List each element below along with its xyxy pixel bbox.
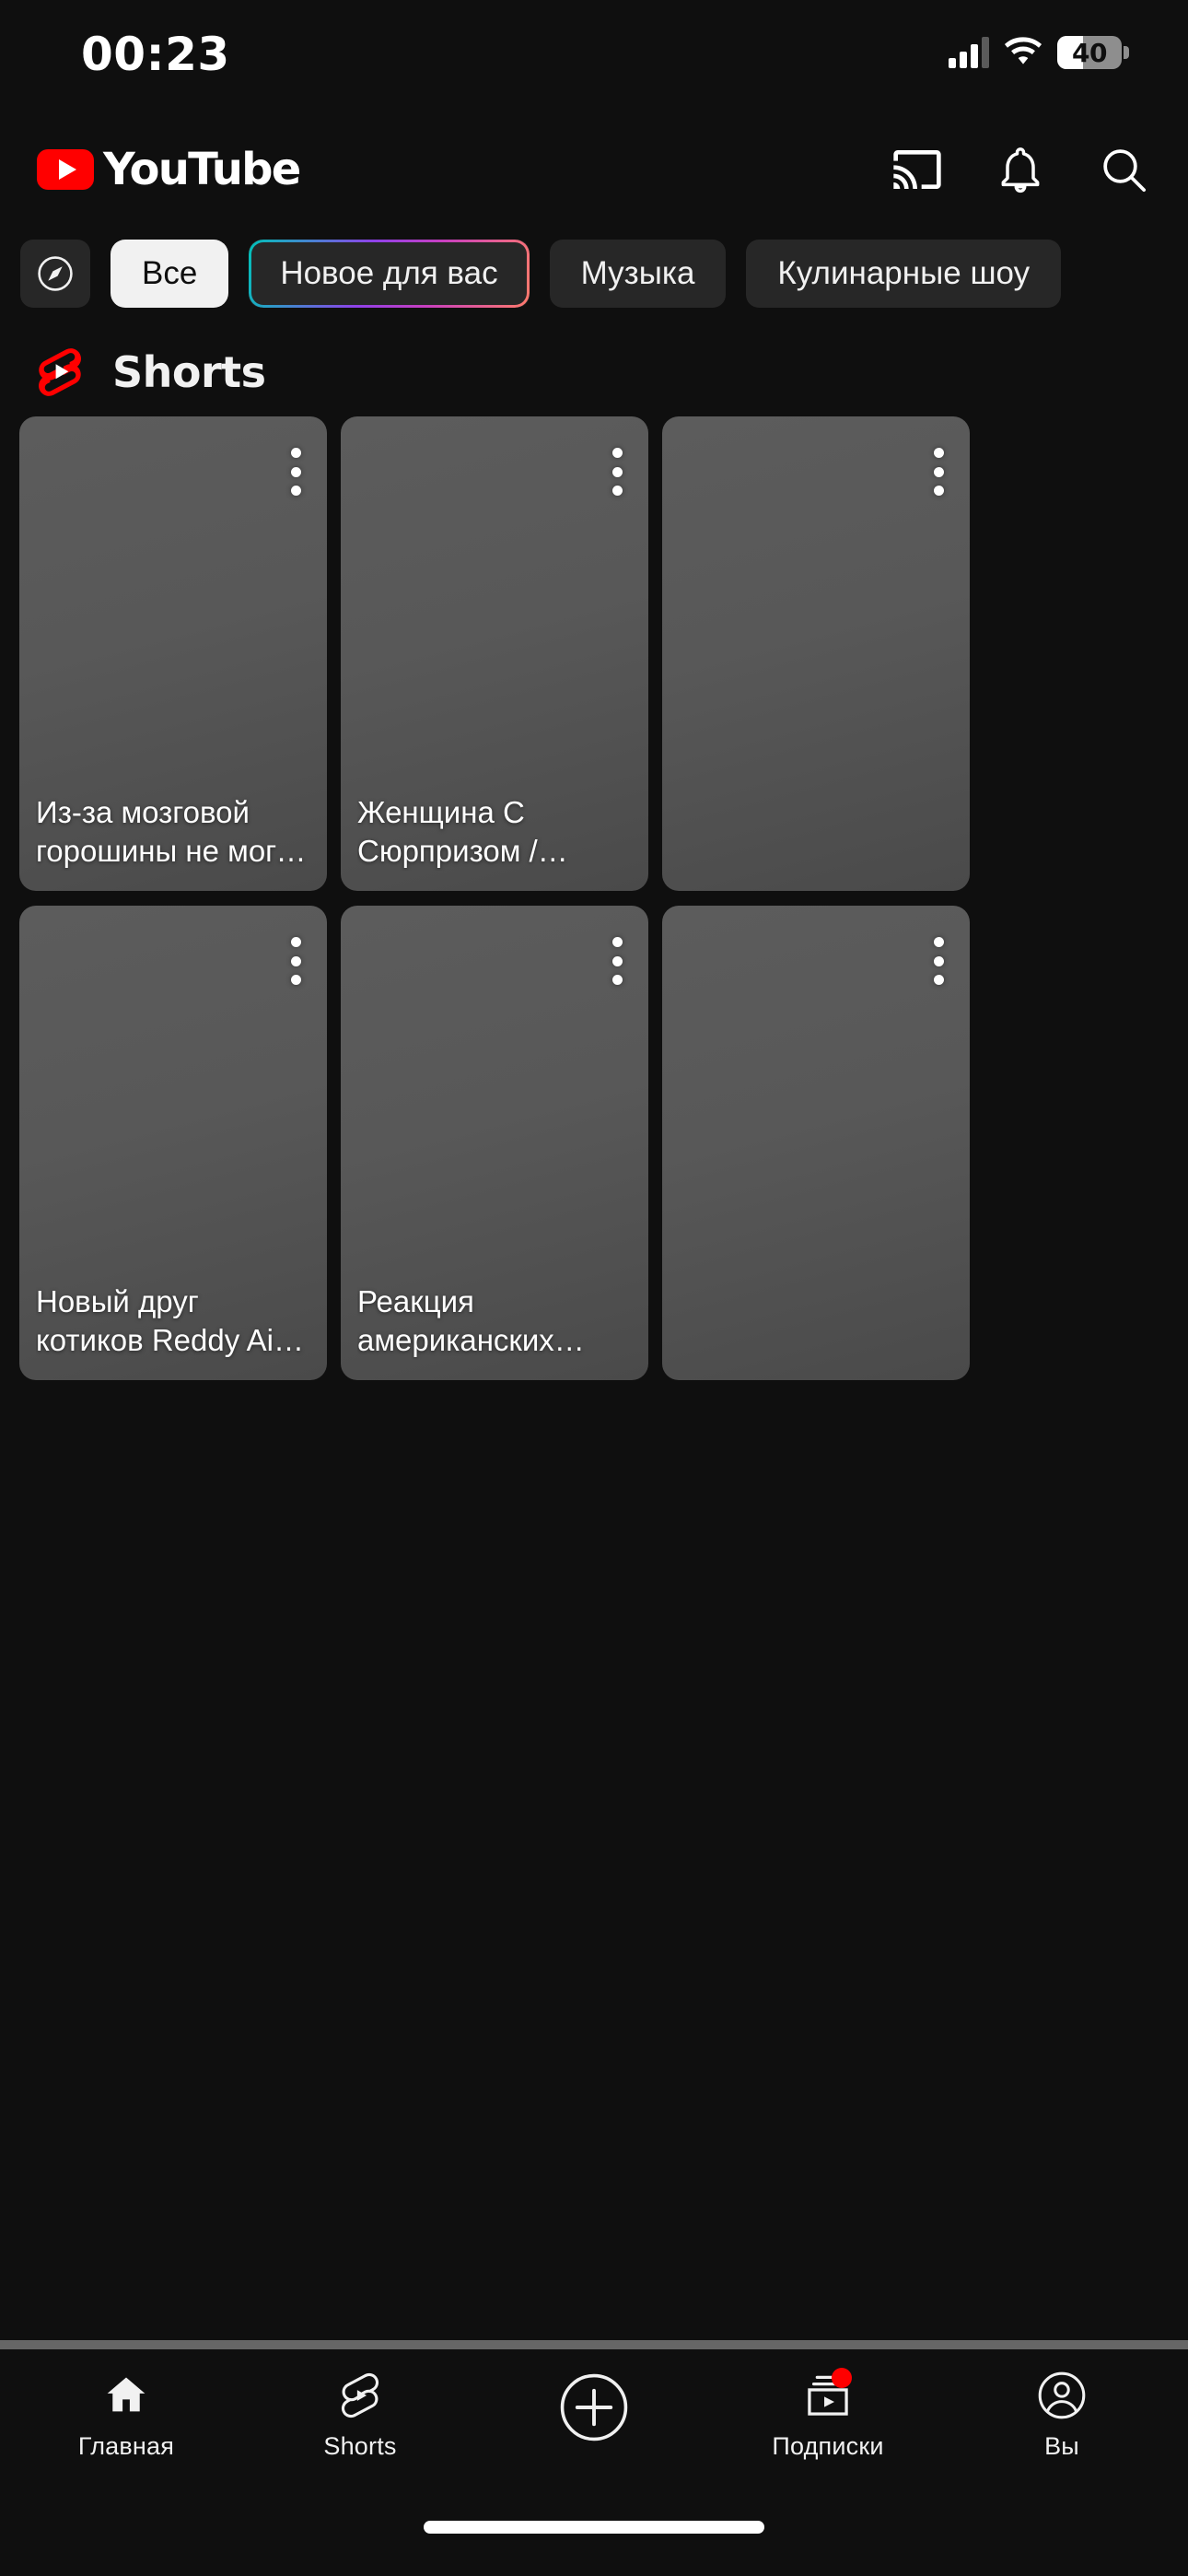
youtube-wordmark: YouTube [103, 144, 301, 195]
chip-cooking[interactable]: Кулинарные шоу [746, 240, 1062, 308]
shorts-card-title: Новый друг котиков Reddy Air ❤️ [36, 1284, 284, 1357]
nav-item-label: Подписки [772, 2431, 884, 2460]
status-indicators: 40 [949, 33, 1129, 72]
nav-item-home[interactable]: Главная [29, 2355, 223, 2473]
shorts-card-title: Из-за мозговой горошины не могла усн… [36, 795, 311, 868]
account-circle-icon [1038, 2371, 1086, 2418]
more-vertical-icon[interactable] [600, 444, 634, 499]
shorts-card[interactable]: Реакция американских булли на кота [341, 906, 648, 1380]
shorts-grid: Из-за мозговой горошины не могла усн… Же… [0, 416, 1188, 2340]
more-vertical-icon[interactable] [922, 444, 955, 499]
shorts-logo-icon [39, 348, 81, 396]
chip-label: Все [142, 255, 198, 291]
subscriptions-badge [832, 2367, 852, 2388]
shorts-outline-icon [341, 2372, 379, 2418]
more-vertical-icon[interactable] [600, 933, 634, 989]
nav-item-subscriptions[interactable]: Подписки [731, 2355, 925, 2473]
youtube-logo[interactable]: YouTube [37, 144, 301, 195]
bell-icon[interactable] [995, 144, 1046, 195]
shorts-card[interactable] [662, 416, 970, 891]
shorts-section-title: Shorts [112, 347, 266, 397]
nav-item-label: Shorts [323, 2431, 397, 2460]
status-time: 00:23 [81, 28, 230, 81]
shorts-card[interactable]: Из-за мозговой горошины не могла усн… [19, 416, 327, 891]
youtube-mobile-app: 00:23 40 YouTube Все Новое для вас Музык… [0, 0, 1188, 2576]
more-vertical-icon[interactable] [922, 933, 955, 989]
page-scrollbar[interactable] [0, 2340, 1188, 2349]
shorts-card[interactable] [662, 906, 970, 1380]
search-icon[interactable] [1098, 144, 1149, 195]
nav-item-label: Главная [77, 2431, 175, 2460]
shorts-card[interactable]: Женщина С Сюрпризом / Жидковский #интерв… [341, 416, 648, 891]
battery-icon: 40 [1057, 36, 1129, 69]
youtube-play-logo [37, 149, 94, 190]
shorts-section-header: Shorts [0, 328, 1188, 416]
chip-music[interactable]: Музыка [549, 240, 727, 308]
nav-item-shorts[interactable]: Shorts [263, 2355, 457, 2473]
chip-explore[interactable] [20, 240, 90, 308]
bottom-navigation-bar: Главная Shorts Подписки Вы [0, 2349, 1188, 2478]
chip-new-for-you[interactable]: Новое для вас [249, 240, 530, 308]
chip-label: Кулинарные шоу [777, 255, 1031, 291]
status-bar: 00:23 40 [0, 0, 1188, 120]
battery-level: 40 [1072, 37, 1107, 68]
nav-item-you[interactable]: Вы [965, 2355, 1159, 2473]
header-actions [891, 144, 1149, 195]
more-vertical-icon[interactable] [279, 933, 312, 989]
cellular-signal-icon [949, 37, 989, 68]
shorts-card-title: Реакция американских булли на кота [357, 1284, 554, 1357]
app-header: YouTube [0, 120, 1188, 219]
home-indicator-area [0, 2478, 1188, 2576]
plus-circle-icon [560, 2373, 628, 2441]
filter-chip-row[interactable]: Все Новое для вас Музыка Кулинарные шоу [0, 219, 1188, 328]
chip-all[interactable]: Все [111, 240, 229, 308]
shorts-card-title: Женщина С Сюрпризом / Жидковский #интерв… [357, 795, 538, 868]
cast-icon[interactable] [891, 144, 943, 195]
shorts-card[interactable]: Новый друг котиков Reddy Air ❤️ [19, 906, 327, 1380]
chip-label: Новое для вас [280, 255, 498, 291]
home-icon [107, 2377, 146, 2411]
wifi-icon [1004, 37, 1042, 64]
nav-item-label: Вы [1044, 2431, 1079, 2460]
nav-item-create[interactable] [497, 2355, 691, 2473]
compass-explore-icon [38, 256, 73, 291]
chip-label: Музыка [580, 255, 695, 291]
home-indicator[interactable] [424, 2521, 764, 2534]
more-vertical-icon[interactable] [279, 444, 312, 499]
